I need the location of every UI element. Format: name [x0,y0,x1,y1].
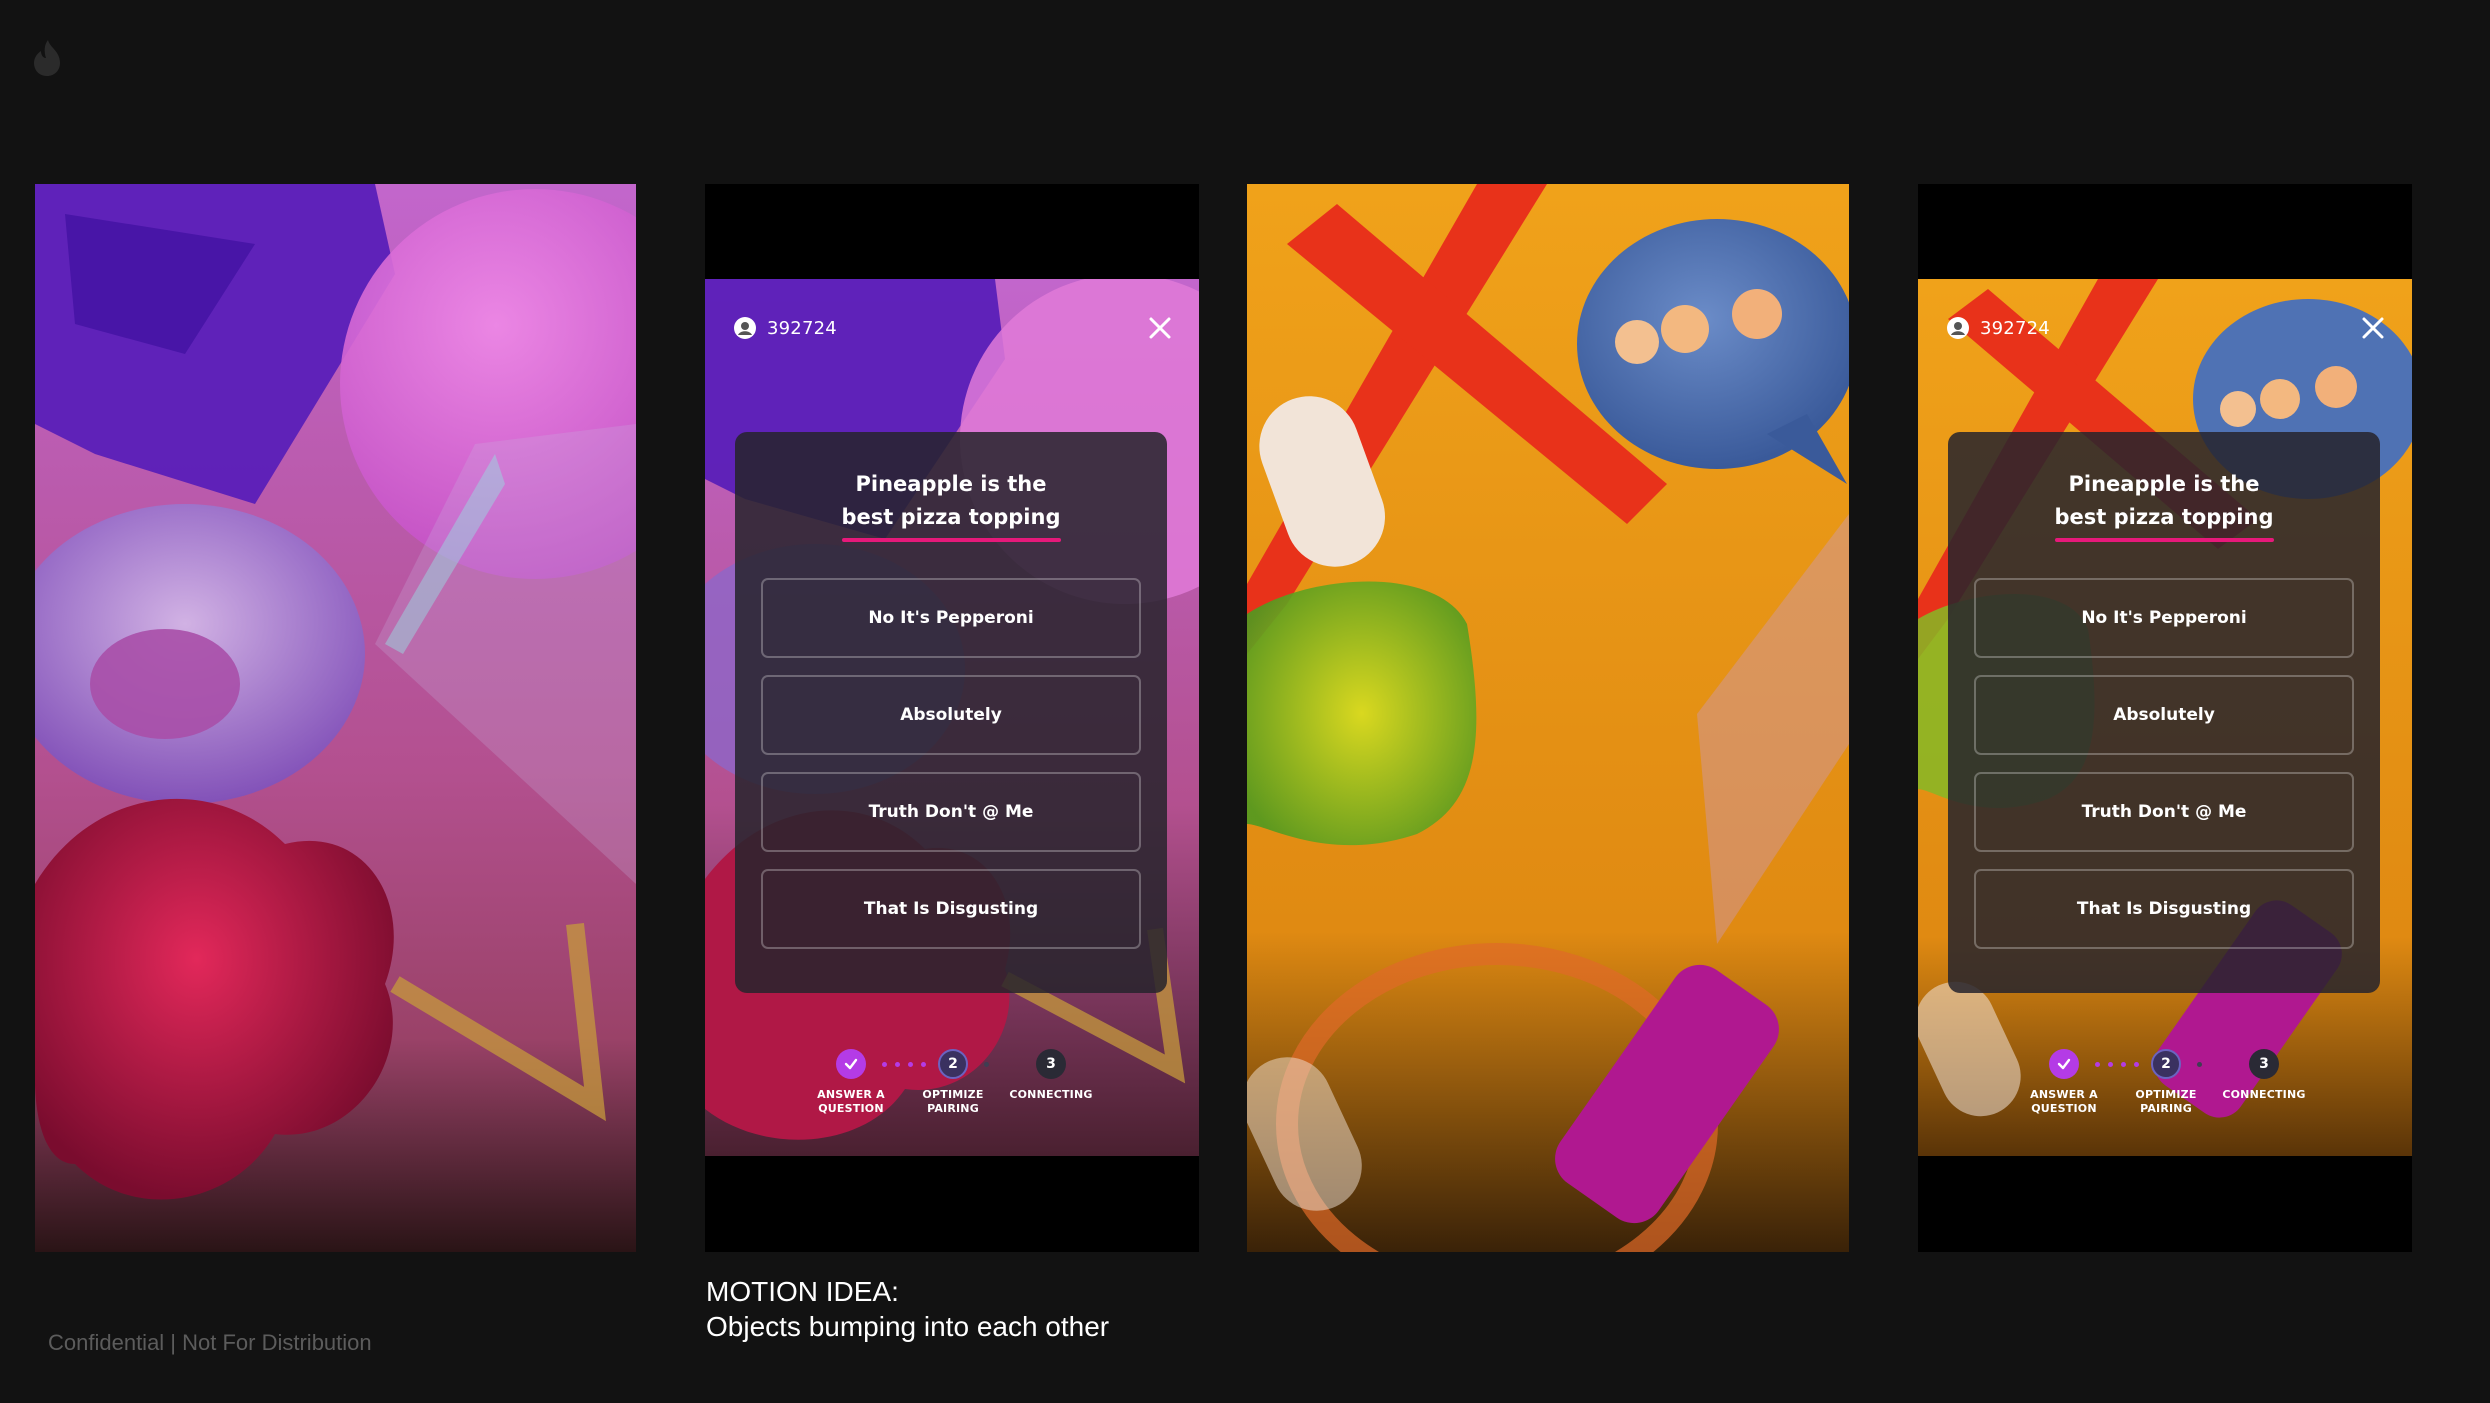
answer-option[interactable]: No It's Pepperoni [1974,578,2354,658]
progress-stepper: ANSWER A QUESTION 2 OPTIMIZE PAIRING 3 CON… [1918,1049,2412,1129]
checkmark-icon [836,1049,866,1079]
orange-3d-background [1247,184,1849,1252]
close-icon [1149,317,1171,339]
motion-idea-caption: MOTION IDEA: Objects bumping into each o… [706,1274,1109,1344]
progress-stepper: ANSWER A QUESTION 2 OPTIMIZE PAIRING 3 CON… [705,1049,1199,1129]
step-label: ANSWER A QUESTION [2030,1088,2098,1115]
step-number: 2 [938,1049,968,1079]
question-line-2: best pizza topping [2054,503,2274,542]
close-button[interactable] [1147,315,1173,341]
step-optimize-pairing: 2 OPTIMIZE PAIRING [898,1049,1008,1116]
step-number: 2 [2151,1049,2181,1079]
caption-title: MOTION IDEA: [706,1276,899,1307]
quiz-phone-screen-orange: 392724 Pineapple is the best pizza toppi… [1918,184,2412,1252]
phone-screen: 392724 Pineapple is the best pizza toppi… [705,279,1199,1156]
flame-logo-icon [34,40,60,76]
question-line-2: best pizza topping [841,503,1061,542]
user-icon [734,317,756,339]
step-connecting: 3 CONNECTING [2209,1049,2319,1102]
phone-screen: 392724 Pineapple is the best pizza toppi… [1918,279,2412,1156]
step-number: 3 [2249,1049,2279,1079]
quiz-topbar: 392724 [1947,311,2386,345]
checkmark-icon [2049,1049,2079,1079]
close-button[interactable] [2360,315,2386,341]
close-icon [2362,317,2384,339]
step-label: CONNECTING [1009,1088,1093,1101]
answer-options: No It's Pepperoni Absolutely Truth Don't… [761,578,1141,966]
answer-option[interactable]: That Is Disgusting [1974,869,2354,949]
step-connecting: 3 CONNECTING [996,1049,1106,1102]
answer-option[interactable]: That Is Disgusting [761,869,1141,949]
step-optimize-pairing: 2 OPTIMIZE PAIRING [2111,1049,2221,1116]
answer-option[interactable]: No It's Pepperoni [761,578,1141,658]
step-answer-question: ANSWER A QUESTION [796,1049,906,1116]
step-number: 3 [1036,1049,1066,1079]
answer-option[interactable]: Absolutely [1974,675,2354,755]
answer-option[interactable]: Truth Don't @ Me [761,772,1141,852]
confidential-footer: Confidential | Not For Distribution [48,1330,372,1355]
caption-body: Objects bumping into each other [706,1311,1110,1342]
participant-count: 392724 [767,317,837,339]
quiz-topbar: 392724 [734,311,1173,345]
step-label: OPTIMIZE PAIRING [922,1088,984,1115]
step-label: CONNECTING [2222,1088,2306,1101]
question-card: Pineapple is the best pizza topping No I… [1948,432,2380,993]
step-label: OPTIMIZE PAIRING [2135,1088,2197,1115]
purple-3d-background [35,184,636,1252]
art-panel-purple [35,184,636,1252]
participant-count: 392724 [1980,317,2050,339]
step-answer-question: ANSWER A QUESTION [2009,1049,2119,1116]
question-text: Pineapple is the best pizza topping [1948,470,2380,542]
art-panel-orange [1247,184,1849,1252]
question-text: Pineapple is the best pizza topping [735,470,1167,542]
question-line-1: Pineapple is the [2068,472,2260,496]
quiz-phone-screen-purple: 392724 Pineapple is the best pizza toppi… [705,184,1199,1252]
question-line-1: Pineapple is the [855,472,1047,496]
answer-option[interactable]: Absolutely [761,675,1141,755]
step-label: ANSWER A QUESTION [817,1088,885,1115]
user-icon [1947,317,1969,339]
answer-options: No It's Pepperoni Absolutely Truth Don't… [1974,578,2354,966]
question-card: Pineapple is the best pizza topping No I… [735,432,1167,993]
answer-option[interactable]: Truth Don't @ Me [1974,772,2354,852]
